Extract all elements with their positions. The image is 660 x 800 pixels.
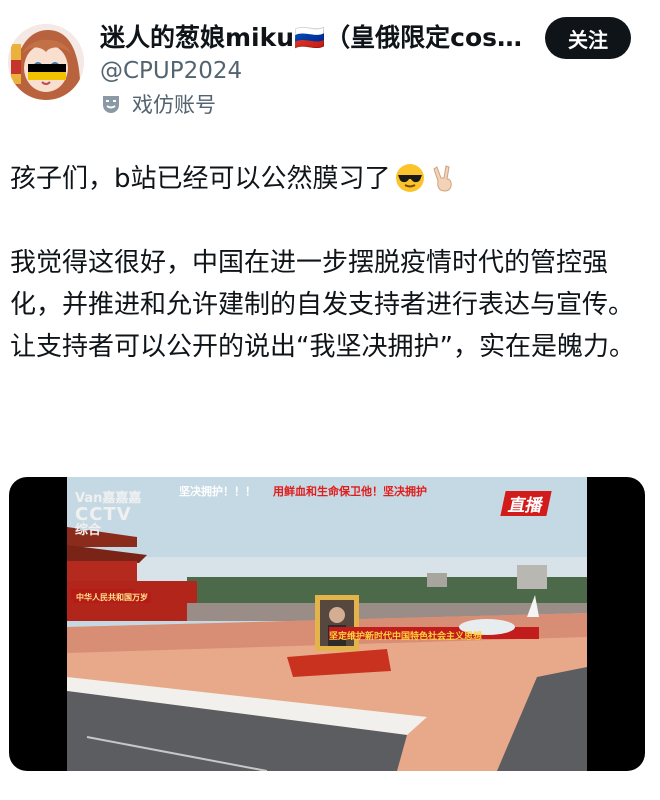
gate-sign: 中华人民共和国万岁 bbox=[73, 592, 151, 603]
tweet-media[interactable]: Van嘉嘉嘉 CCTV 综合 坚决拥护！！！ 用鲜血和生命保卫他！坚决拥护 直播… bbox=[9, 477, 645, 771]
tweet-paragraph-3: 让支持者可以公开的说出“我坚决拥护”，实在是魄力。 bbox=[10, 332, 635, 362]
tweet-header: 迷人的葱娘miku🇷🇺（皇俄限定cosp... @CPUP2024 戏仿账号 关… bbox=[0, 0, 660, 130]
tweet-text: 孩子们，b站已经可以公然膜习了 我觉得这很好，中国在进一步摆脱疫情时代的管控强化… bbox=[10, 158, 640, 368]
tweet-line-1-text: 孩子们，b站已经可以公然膜习了 bbox=[10, 164, 391, 194]
tweet-line-1: 孩子们，b站已经可以公然膜习了 bbox=[10, 158, 640, 200]
victory-hand-emoji bbox=[432, 165, 452, 192]
video-player[interactable]: Van嘉嘉嘉 CCTV 综合 坚决拥护！！！ 用鲜血和生命保卫他！坚决拥护 直播… bbox=[67, 477, 587, 771]
parody-account-badge: 戏仿账号 bbox=[100, 90, 216, 118]
follow-button[interactable]: 关注 bbox=[545, 17, 631, 59]
badge-label: 戏仿账号 bbox=[132, 93, 216, 117]
video-frame bbox=[67, 477, 587, 771]
live-badge: 直播 bbox=[500, 491, 552, 516]
tweet-paragraph-2: 我觉得这很好，中国在进一步摆脱疫情时代的管控强化，并推进和允许建制的自发支持者进… bbox=[10, 248, 635, 320]
theater-mask-icon bbox=[103, 96, 119, 113]
user-handle[interactable]: @CPUP2024 bbox=[100, 56, 242, 86]
avatar-image bbox=[8, 24, 84, 100]
cctv-watermark: Van嘉嘉嘉 CCTV 综合 bbox=[75, 491, 141, 539]
channel-name: 综合 bbox=[75, 523, 102, 538]
danmu-comment: 用鲜血和生命保卫他！坚决拥护 bbox=[273, 485, 427, 498]
float-banner: 坚定维护新时代中国特色社会主义思想 bbox=[329, 632, 483, 642]
sunglasses-emoji bbox=[395, 164, 424, 192]
cctv-logo: CCTV bbox=[75, 504, 132, 525]
display-name[interactable]: 迷人的葱娘miku🇷🇺（皇俄限定cosp... bbox=[100, 20, 525, 56]
danmu-comment: 坚决拥护！！！ bbox=[179, 485, 256, 498]
avatar[interactable] bbox=[8, 24, 84, 100]
